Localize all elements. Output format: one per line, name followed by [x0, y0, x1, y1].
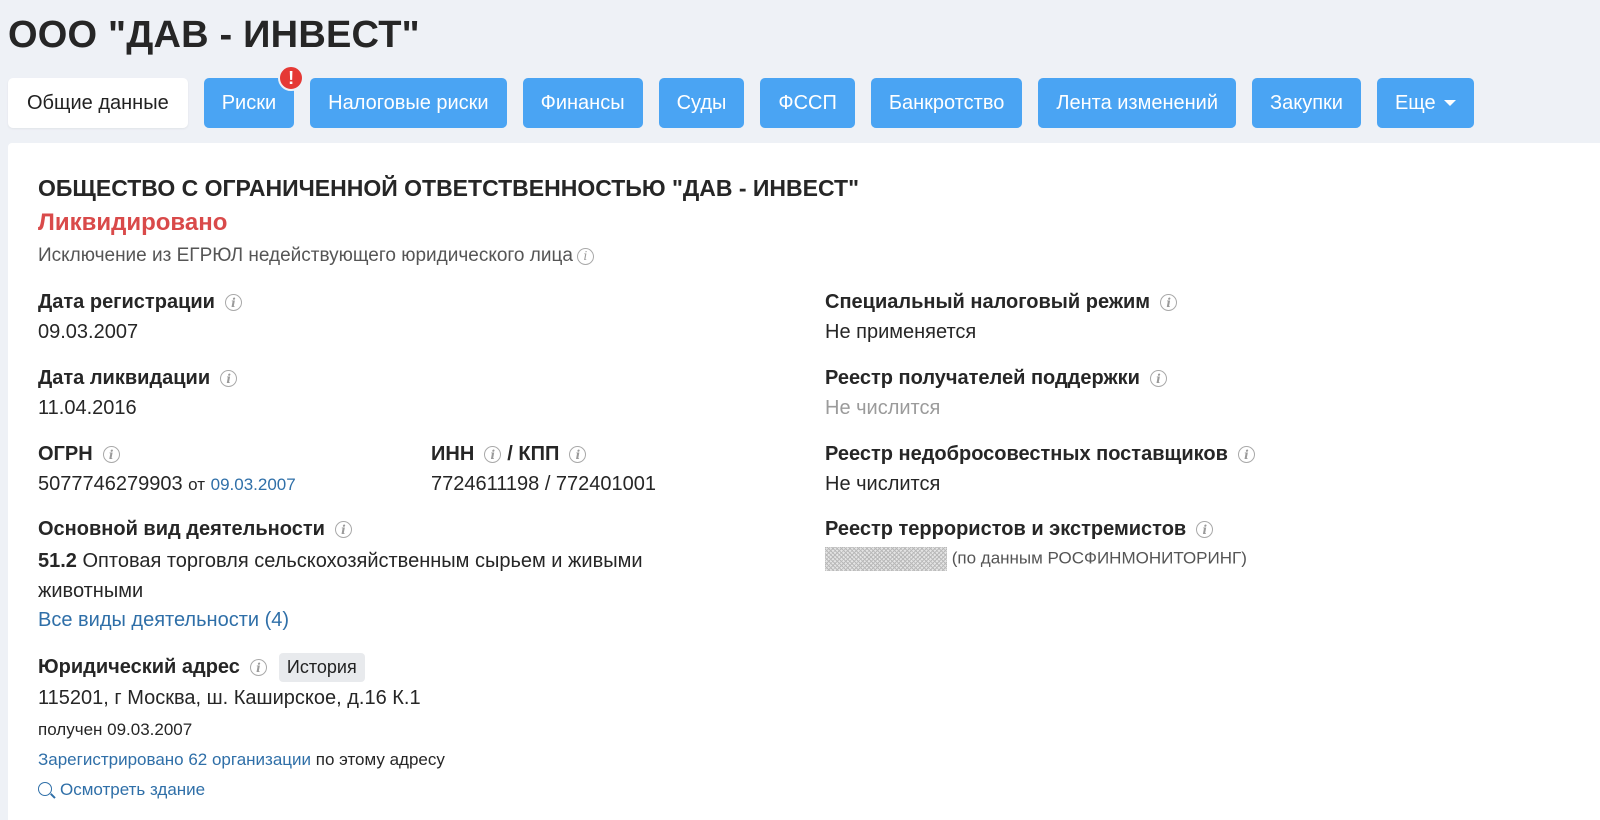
info-icon[interactable]: i — [249, 659, 267, 676]
unfair-suppliers-label-text: Реестр недобросовестных поставщиков — [825, 443, 1228, 465]
info-icon[interactable]: i — [102, 446, 120, 463]
support-registry-label: Реестр получателей поддержки i — [825, 367, 1167, 390]
registered-orgs-link[interactable]: Зарегистрировано 62 организации — [38, 750, 311, 769]
ogrn-from-text: от — [188, 475, 206, 494]
info-icon[interactable]: i — [1160, 294, 1178, 311]
search-icon — [38, 782, 52, 796]
status-reason-text: Исключение из ЕГРЮЛ недействующего юриди… — [38, 245, 573, 266]
address-label: Юридический адрес i История — [38, 653, 365, 682]
ogrn-date-link[interactable]: 09.03.2007 — [211, 475, 296, 494]
inn-kpp-value: 7724611198 / 772401001 — [431, 473, 657, 495]
terrorists-source: (по данным РОСФИНМОНИТОРИНГ) — [951, 548, 1247, 568]
page-title: ООО "ДАВ - ИНВЕСТ" — [8, 14, 420, 56]
info-icon[interactable]: i — [484, 446, 502, 463]
support-registry-label-text: Реестр получателей поддержки — [825, 367, 1140, 389]
tab-risks-label: Риски — [221, 91, 277, 114]
unfair-suppliers-label: Реестр недобросовестных поставщиков i — [825, 443, 1255, 466]
ogrn-value-row: 5077746279903 от 09.03.2007 — [38, 473, 296, 496]
inn-kpp-label: ИНН i / КПП i — [431, 443, 587, 466]
company-full-name: ОБЩЕСТВО С ОГРАНИЧЕННОЙ ОТВЕТСТВЕННОСТЬЮ… — [38, 175, 859, 201]
address-received: получен 09.03.2007 — [38, 720, 193, 739]
info-icon[interactable]: i — [334, 521, 352, 538]
info-icon[interactable]: i — [576, 247, 594, 265]
registered-orgs-row: Зарегистрировано 62 организации по этому… — [38, 750, 445, 770]
reg-date-value: 09.03.2007 — [38, 321, 139, 343]
tab-finances[interactable]: Финансы — [522, 78, 643, 128]
tab-bar: Общие данные Риски ! Налоговые риски Фин… — [8, 65, 1474, 128]
liq-date-label: Дата ликвидации i — [38, 367, 238, 390]
tab-more-label: Еще — [1394, 91, 1436, 114]
view-building-text: Осмотреть здание — [60, 780, 206, 799]
registered-orgs-suffix: по этому адресу — [315, 750, 445, 769]
status-badge: Ликвидировано — [38, 209, 228, 236]
terrorists-label: Реестр террористов и экстремистов i — [825, 518, 1214, 541]
activity-label-text: Основной вид деятельности — [38, 518, 325, 540]
inn-label-text: ИНН — [431, 443, 475, 465]
activity-text: Оптовая торговля сельскохозяйственным сы… — [38, 550, 643, 602]
redacted-status — [825, 547, 947, 571]
ogrn-label-text: ОГРН — [38, 443, 93, 465]
ogrn-value: 5077746279903 — [38, 473, 183, 495]
alert-badge-icon: ! — [278, 65, 305, 91]
info-icon[interactable]: i — [1237, 446, 1255, 463]
tab-general[interactable]: Общие данные — [8, 78, 188, 128]
tax-regime-value: Не применяется — [825, 321, 977, 343]
support-registry-value: Не числится — [825, 397, 941, 419]
info-icon[interactable]: i — [1149, 370, 1167, 387]
tab-changes-feed[interactable]: Лента изменений — [1038, 78, 1237, 128]
terrorists-value: (по данным РОСФИНМОНИТОРИНГ) — [825, 547, 1247, 571]
address-label-text: Юридический адрес — [38, 656, 240, 678]
address-value: 115201, г Москва, ш. Каширское, д.16 К.1 — [38, 687, 421, 709]
tax-regime-label: Специальный налоговый режим i — [825, 291, 1178, 314]
liq-date-label-text: Дата ликвидации — [38, 367, 211, 389]
view-building-link[interactable]: Осмотреть здание — [38, 780, 205, 800]
all-activities-link[interactable]: Все виды деятельности (4) — [38, 609, 289, 632]
activity-code: 51.2 — [38, 550, 77, 572]
reg-date-label-text: Дата регистрации — [38, 291, 215, 313]
info-icon[interactable]: i — [1196, 521, 1214, 538]
ogrn-label: ОГРН i — [38, 443, 120, 466]
unfair-suppliers-value: Не числится — [825, 473, 941, 495]
tab-fssp[interactable]: ФССП — [760, 78, 855, 128]
tab-tax-risks[interactable]: Налоговые риски — [310, 78, 507, 128]
chevron-down-icon — [1443, 100, 1456, 106]
activity-value: 51.2 Оптовая торговля сельскохозяйственн… — [38, 546, 738, 606]
info-icon[interactable]: i — [220, 370, 238, 387]
kpp-label-text: / КПП — [507, 443, 560, 465]
terrorists-label-text: Реестр террористов и экстремистов — [825, 518, 1187, 540]
tab-purchases[interactable]: Закупки — [1252, 78, 1361, 128]
tab-courts[interactable]: Суды — [658, 78, 745, 128]
tab-more-dropdown[interactable]: Еще — [1376, 78, 1474, 128]
info-icon[interactable]: i — [224, 294, 242, 311]
tab-risks[interactable]: Риски ! — [203, 65, 305, 128]
reg-date-label: Дата регистрации i — [38, 291, 242, 314]
tab-bankruptcy[interactable]: Банкротство — [870, 78, 1023, 128]
history-button[interactable]: История — [278, 653, 365, 682]
info-icon[interactable]: i — [569, 446, 587, 463]
status-reason: Исключение из ЕГРЮЛ недействующего юриди… — [38, 245, 594, 267]
company-card: ОБЩЕСТВО С ОГРАНИЧЕННОЙ ОТВЕТСТВЕННОСТЬЮ… — [8, 143, 1600, 820]
liq-date-value: 11.04.2016 — [38, 397, 137, 419]
activity-label: Основной вид деятельности i — [38, 518, 352, 541]
tax-regime-label-text: Специальный налоговый режим — [825, 291, 1151, 313]
